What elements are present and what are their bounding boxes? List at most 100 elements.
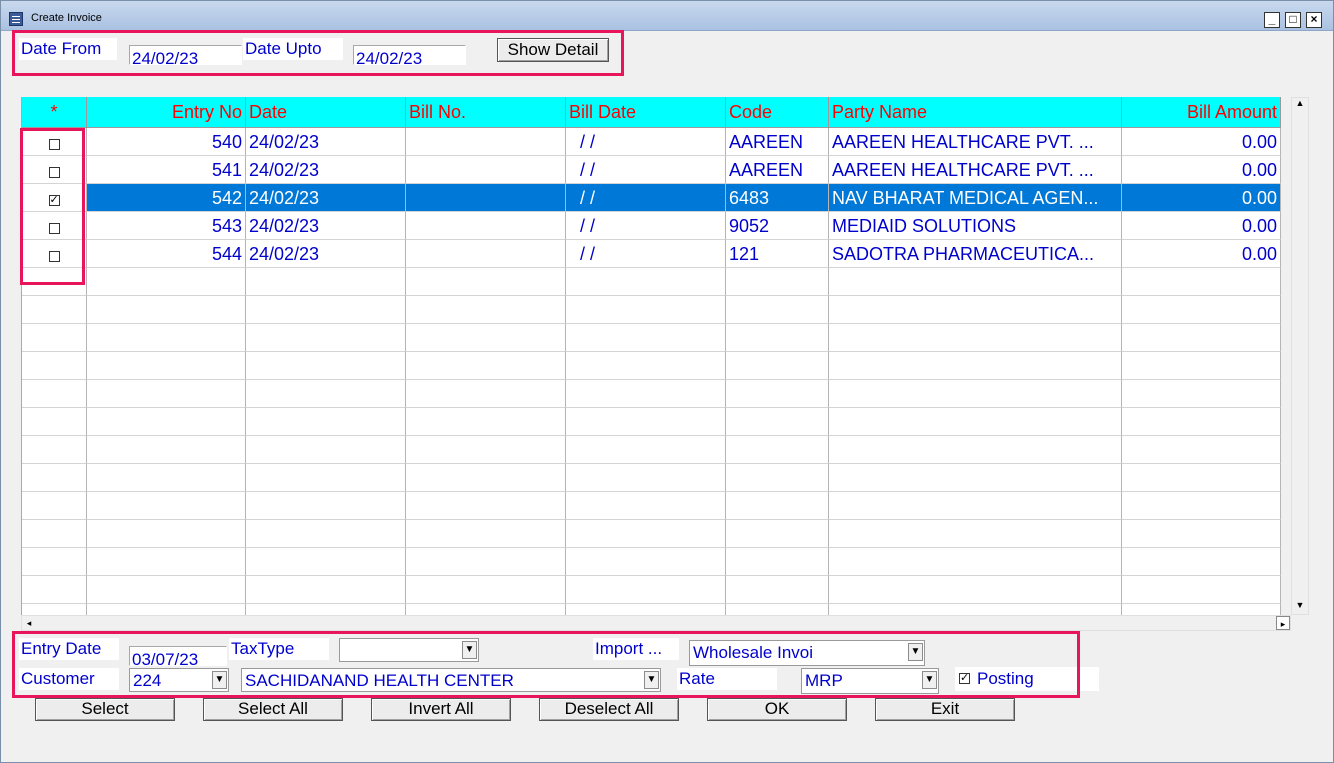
empty-table-row[interactable] — [22, 296, 1281, 324]
table-row[interactable]: 540 24/02/23 / / AAREEN AAREEN HEALTHCARE PV… — [22, 128, 1281, 156]
select-all-button[interactable]: Select All — [203, 698, 343, 721]
row-checkbox-cell[interactable] — [22, 520, 87, 548]
table-row[interactable]: 544 24/02/23 / /121 SADOTRA PHARMACEUTICA..… — [22, 240, 1281, 268]
row-checkbox-cell[interactable] — [22, 352, 87, 380]
row-checkbox-cell[interactable] — [22, 296, 87, 324]
grid-horizontal-scrollbar[interactable]: ◂ ▸ — [21, 615, 1291, 631]
row-checkbox-cell[interactable] — [22, 548, 87, 576]
bill-no-cell — [406, 548, 566, 576]
exit-button[interactable]: Exit — [875, 698, 1015, 721]
scroll-left-icon[interactable]: ◂ — [22, 616, 36, 630]
entry-no-cell — [87, 464, 246, 492]
scroll-down-icon[interactable]: ▼ — [1292, 600, 1308, 614]
show-detail-button[interactable]: Show Detail — [497, 38, 609, 62]
column-header-bill-amount[interactable]: Bill Amount — [1122, 97, 1281, 128]
empty-table-row[interactable] — [22, 324, 1281, 352]
empty-table-row[interactable] — [22, 408, 1281, 436]
bill-amount-cell — [1122, 548, 1281, 576]
invoice-grid: * Entry No Date Bill No. Bill Date Code … — [21, 97, 1281, 615]
ok-button[interactable]: OK — [707, 698, 847, 721]
app-menu-icon[interactable] — [9, 12, 23, 26]
import-dropdown[interactable]: Wholesale Invoi ▼ — [689, 640, 925, 666]
row-checkbox-cell[interactable] — [22, 380, 87, 408]
scroll-right-icon[interactable]: ▸ — [1276, 616, 1290, 630]
row-checkbox-cell[interactable] — [22, 576, 87, 604]
bill-amount-cell — [1122, 492, 1281, 520]
party-name-cell — [829, 492, 1122, 520]
invert-all-button[interactable]: Invert All — [371, 698, 511, 721]
customer-code-dropdown[interactable]: 224 ▼ — [129, 668, 229, 692]
bill-amount-cell — [1122, 380, 1281, 408]
bill-no-cell — [406, 240, 566, 268]
table-row[interactable]: 543 24/02/23 / /9052 MEDIAID SOLUTIONS 0.00 — [22, 212, 1281, 240]
bill-no-cell — [406, 184, 566, 212]
column-header-bill-date[interactable]: Bill Date — [566, 97, 726, 128]
empty-table-row[interactable] — [22, 352, 1281, 380]
entry-date-input[interactable]: 03/07/23 — [129, 646, 227, 666]
row-checkbox-cell[interactable] — [22, 268, 87, 296]
row-checkbox-cell[interactable] — [22, 604, 87, 615]
empty-table-row[interactable] — [22, 548, 1281, 576]
row-checkbox-cell[interactable] — [22, 408, 87, 436]
column-header-date[interactable]: Date — [246, 97, 406, 128]
row-checkbox-cell[interactable] — [22, 240, 87, 268]
row-checkbox[interactable] — [48, 251, 60, 262]
party-name-cell — [829, 324, 1122, 352]
code-cell — [726, 464, 829, 492]
row-checkbox-cell[interactable] — [22, 212, 87, 240]
chevron-down-icon[interactable]: ▼ — [212, 671, 227, 689]
empty-table-row[interactable] — [22, 436, 1281, 464]
title-bar[interactable]: Create Invoice _ □ × — [1, 1, 1333, 31]
minimize-button[interactable]: _ — [1264, 12, 1280, 28]
column-header-party-name[interactable]: Party Name — [829, 97, 1122, 128]
deselect-all-button[interactable]: Deselect All — [539, 698, 679, 721]
empty-table-row[interactable] — [22, 464, 1281, 492]
row-checkbox-cell[interactable]: ✓ — [22, 184, 87, 212]
empty-table-row[interactable] — [22, 604, 1281, 615]
close-button[interactable]: × — [1306, 12, 1322, 28]
empty-table-row[interactable] — [22, 576, 1281, 604]
grid-vertical-scrollbar[interactable]: ▲ ▼ — [1291, 97, 1309, 615]
rate-dropdown[interactable]: MRP ▼ — [801, 668, 939, 694]
bill-no-cell — [406, 268, 566, 296]
date-upto-input[interactable]: 24/02/23 — [353, 45, 466, 65]
chevron-down-icon[interactable]: ▼ — [908, 643, 923, 661]
date-from-input[interactable]: 24/02/23 — [129, 45, 242, 65]
bill-amount-cell: 0.00 — [1122, 156, 1281, 184]
chevron-down-icon[interactable]: ▼ — [644, 671, 659, 689]
empty-table-row[interactable] — [22, 380, 1281, 408]
column-header-select[interactable]: * — [22, 97, 87, 128]
customer-name-dropdown[interactable]: SACHIDANAND HEALTH CENTER ▼ — [241, 668, 661, 692]
column-header-entry-no[interactable]: Entry No — [87, 97, 246, 128]
row-checkbox[interactable] — [48, 223, 60, 234]
table-row[interactable]: 541 24/02/23 / / AAREEN AAREEN HEALTHCARE PV… — [22, 156, 1281, 184]
taxtype-dropdown[interactable]: ▼ — [339, 638, 479, 662]
empty-table-row[interactable] — [22, 520, 1281, 548]
date-cell — [246, 352, 406, 380]
posting-checkbox[interactable]: ✓ — [959, 673, 970, 684]
scroll-up-icon[interactable]: ▲ — [1292, 98, 1308, 112]
row-checkbox[interactable] — [48, 167, 60, 178]
chevron-down-icon[interactable]: ▼ — [462, 641, 477, 659]
row-checkbox-cell[interactable] — [22, 464, 87, 492]
party-name-cell — [829, 268, 1122, 296]
row-checkbox[interactable]: ✓ — [48, 195, 60, 206]
column-header-bill-no[interactable]: Bill No. — [406, 97, 566, 128]
table-row[interactable]: ✓ 542 24/02/23 / /6483 NAV BHARAT MEDICAL AG… — [22, 184, 1281, 212]
empty-table-row[interactable] — [22, 492, 1281, 520]
row-checkbox-cell[interactable] — [22, 436, 87, 464]
chevron-down-icon[interactable]: ▼ — [922, 671, 937, 689]
select-button[interactable]: Select — [35, 698, 175, 721]
row-checkbox-cell[interactable] — [22, 324, 87, 352]
maximize-button[interactable]: □ — [1285, 12, 1301, 28]
row-checkbox-cell[interactable] — [22, 492, 87, 520]
row-checkbox-cell[interactable] — [22, 128, 87, 156]
row-checkbox[interactable] — [48, 139, 60, 150]
empty-table-row[interactable] — [22, 268, 1281, 296]
column-header-code[interactable]: Code — [726, 97, 829, 128]
bill-date-cell: / / — [566, 128, 726, 156]
code-cell: 6483 — [726, 184, 829, 212]
entry-no-cell — [87, 268, 246, 296]
party-name-cell — [829, 576, 1122, 604]
row-checkbox-cell[interactable] — [22, 156, 87, 184]
